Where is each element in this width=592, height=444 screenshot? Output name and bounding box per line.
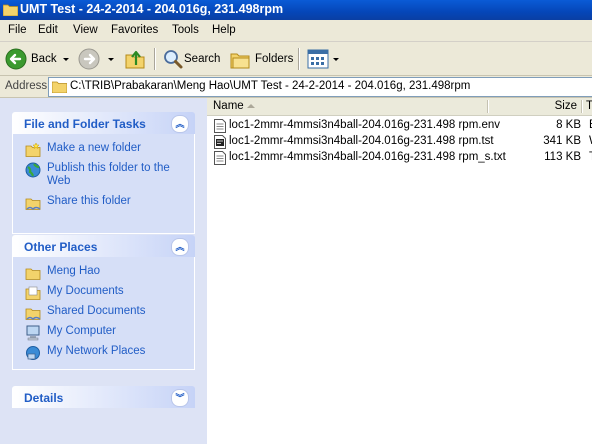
folder-icon <box>52 81 67 93</box>
views-icon <box>307 49 329 69</box>
details-panel: Details ︾ <box>12 386 195 408</box>
task-label: Make a new folder <box>47 142 141 154</box>
menu-tools[interactable]: Tools <box>172 24 199 36</box>
back-arrow-icon <box>5 48 27 70</box>
file-row[interactable]: loc1-2mmr-4mmsi3n4ball-204.016g-231.498 … <box>211 134 592 150</box>
share-folder-icon <box>25 198 41 211</box>
column-type[interactable]: T <box>584 98 592 115</box>
file-name: loc1-2mmr-4mmsi3n4ball-204.016g-231.498 … <box>229 119 501 131</box>
shared-folder-icon <box>25 308 41 321</box>
back-label: Back <box>31 53 57 65</box>
place-label: My Computer <box>47 325 117 337</box>
file-row[interactable]: loc1-2mmr-4mmsi3n4ball-204.016g-231.498 … <box>211 118 592 134</box>
column-divider[interactable] <box>581 100 583 113</box>
task-make-new-folder[interactable]: Make a new folder <box>13 142 194 157</box>
other-places-panel: Other Places ︽ Meng Hao My Documents Sha… <box>12 235 195 370</box>
panel-title: File and Folder Tasks <box>24 117 146 131</box>
task-label: Share this folder <box>47 195 131 207</box>
column-size-label: Size <box>554 100 577 112</box>
file-row[interactable]: loc1-2mmr-4mmsi3n4ball-204.016g-231.498 … <box>211 150 592 166</box>
search-label: Search <box>184 53 221 65</box>
file-folder-tasks-panel: File and Folder Tasks ︽ Make a new folde… <box>12 112 195 234</box>
place-label: Meng Hao <box>47 265 101 277</box>
computer-icon <box>26 325 40 341</box>
expand-chevron-icon[interactable]: ︾ <box>171 389 189 407</box>
menu-edit[interactable]: Edit <box>38 24 58 36</box>
place-label: My Network Places <box>47 345 146 357</box>
task-pane: File and Folder Tasks ︽ Make a new folde… <box>0 98 207 444</box>
menu-favorites[interactable]: Favorites <box>111 24 158 36</box>
column-name-label: Name <box>213 100 244 112</box>
toolbar: Back Search Folders <box>0 42 592 76</box>
file-list: Name Size T loc1-2mmr-4mmsi3n4ball-204.0… <box>207 98 592 444</box>
window-title: UMT Test - 24-2-2014 - 204.016g, 231.498… <box>20 2 284 16</box>
details-header[interactable]: Details ︾ <box>12 386 195 408</box>
title-bar: UMT Test - 24-2-2014 - 204.016g, 231.498… <box>0 0 592 20</box>
views-dropdown-icon[interactable] <box>333 58 339 61</box>
toolbar-separator <box>298 48 300 70</box>
text-file-icon <box>214 119 226 133</box>
task-share-folder[interactable]: Share this folder <box>13 195 194 211</box>
folders-button[interactable]: Folders <box>227 46 293 72</box>
sort-ascending-icon <box>247 104 255 108</box>
place-my-computer[interactable]: My Computer <box>13 325 194 345</box>
search-icon <box>164 50 183 69</box>
place-my-network-places[interactable]: My Network Places <box>13 345 194 365</box>
address-bar: Address C:\TRIB\Prabakaran\Meng Hao\UMT … <box>0 76 592 98</box>
panel-title: Other Places <box>24 240 98 254</box>
collapse-chevron-icon[interactable]: ︽ <box>171 115 189 133</box>
other-places-header[interactable]: Other Places ︽ <box>12 235 195 257</box>
up-folder-icon <box>125 50 145 69</box>
file-size: 8 KB <box>556 119 581 131</box>
file-folder-tasks-body: Make a new folder Publish this folder to… <box>12 134 195 234</box>
file-size: 113 KB <box>544 151 581 163</box>
globe-icon <box>25 162 41 178</box>
column-size[interactable]: Size <box>489 98 581 115</box>
back-button[interactable]: Back <box>3 46 71 72</box>
forward-arrow-icon <box>78 48 100 70</box>
address-input[interactable]: C:\TRIB\Prabakaran\Meng Hao\UMT Test - 2… <box>48 77 592 97</box>
folders-icon <box>230 53 250 69</box>
column-name[interactable]: Name <box>207 98 487 115</box>
forward-dropdown-icon[interactable] <box>108 58 114 61</box>
file-size: 341 KB <box>543 135 581 147</box>
place-meng-hao[interactable]: Meng Hao <box>13 265 194 285</box>
search-button[interactable]: Search <box>160 46 222 72</box>
task-publish-folder[interactable]: Publish this folder to the Web <box>13 162 194 188</box>
tst-file-icon <box>214 135 226 149</box>
menu-view[interactable]: View <box>73 24 98 36</box>
forward-button[interactable] <box>76 46 118 72</box>
address-path: C:\TRIB\Prabakaran\Meng Hao\UMT Test - 2… <box>70 80 471 92</box>
up-folder-button[interactable] <box>121 46 149 72</box>
file-name: loc1-2mmr-4mmsi3n4ball-204.016g-231.498 … <box>229 151 506 163</box>
other-places-body: Meng Hao My Documents Shared Documents M… <box>12 257 195 370</box>
menu-help[interactable]: Help <box>212 24 236 36</box>
collapse-chevron-icon[interactable]: ︽ <box>171 238 189 256</box>
place-label: My Documents <box>47 285 124 297</box>
place-my-documents[interactable]: My Documents <box>13 285 194 305</box>
column-header: Name Size T <box>207 98 592 116</box>
folders-label: Folders <box>255 53 294 65</box>
place-shared-documents[interactable]: Shared Documents <box>13 305 194 325</box>
address-label: Address <box>5 80 48 92</box>
panel-title: Details <box>24 391 64 405</box>
back-dropdown-icon[interactable] <box>63 58 69 61</box>
place-label: Shared Documents <box>47 305 146 317</box>
toolbar-separator <box>154 48 156 70</box>
folder-icon <box>3 4 18 16</box>
network-icon <box>26 346 40 360</box>
task-label: Publish this folder to the Web <box>47 162 170 187</box>
menu-file[interactable]: File <box>8 24 27 36</box>
folder-icon <box>25 268 41 280</box>
file-name: loc1-2mmr-4mmsi3n4ball-204.016g-231.498 … <box>229 135 494 147</box>
column-type-label: T <box>586 100 592 112</box>
text-file-icon <box>214 151 226 165</box>
views-button[interactable] <box>304 46 340 72</box>
new-folder-icon <box>25 142 41 157</box>
file-folder-tasks-header[interactable]: File and Folder Tasks ︽ <box>12 112 195 134</box>
documents-folder-icon <box>25 286 41 300</box>
menu-bar: File Edit View Favorites Tools Help <box>0 20 592 42</box>
